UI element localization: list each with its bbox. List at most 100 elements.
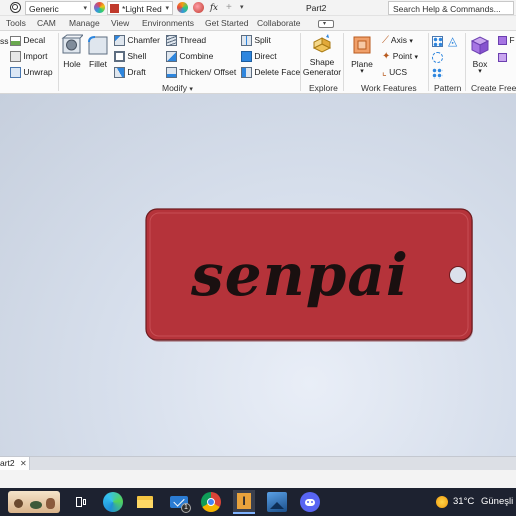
freeform-partial-button[interactable]: F — [498, 35, 515, 46]
box-button[interactable]: Box ▾ — [468, 34, 492, 75]
work-features-group-label: Work Features — [361, 83, 417, 93]
tab-view[interactable]: View — [111, 16, 129, 31]
inventor-app-icon[interactable]: I — [233, 490, 255, 514]
draft-icon — [114, 67, 125, 79]
panel-toggle-icon[interactable]: ▾ — [318, 20, 334, 28]
split-label: Split — [254, 35, 271, 45]
ucs-button[interactable]: ⌞ UCS — [382, 67, 407, 78]
decal-icon — [10, 35, 21, 46]
shape-generator-button[interactable]: Shape Generator — [302, 34, 342, 77]
draft-button[interactable]: Draft — [114, 67, 146, 79]
rectangular-pattern-icon[interactable] — [432, 36, 443, 47]
combine-button[interactable]: Combine — [166, 51, 213, 63]
photos-app-icon[interactable] — [267, 492, 287, 512]
unwrap-icon — [10, 67, 21, 79]
chamfer-icon — [114, 35, 125, 47]
chevron-down-icon: ▾ — [165, 5, 169, 12]
decal-button[interactable]: Decal — [10, 35, 45, 46]
thread-button[interactable]: Thread — [166, 35, 207, 47]
tab-tools[interactable]: Tools — [6, 16, 26, 31]
clear-appearance-icon[interactable] — [193, 2, 204, 13]
customize-chevron-icon[interactable]: ▾ — [240, 3, 244, 11]
import-button[interactable]: Import — [10, 51, 47, 63]
chevron-down-icon: ▾ — [414, 54, 419, 61]
search-input[interactable]: Search Help & Commands... — [388, 1, 514, 15]
weather-sun-icon[interactable] — [436, 496, 448, 508]
point-label: Point — [392, 51, 413, 61]
chevron-down-icon: ▾ — [189, 86, 193, 93]
modify-group-label[interactable]: Modify ▾ — [162, 83, 193, 93]
sketch-pattern-icon[interactable] — [432, 68, 443, 79]
weather-temperature[interactable]: 31°C — [453, 488, 474, 516]
unwrap-label: Unwrap — [23, 67, 53, 77]
axis-icon: ⟋ — [382, 35, 389, 46]
tab-collaborate[interactable]: Collaborate — [257, 16, 300, 31]
axis-button[interactable]: ⟋ Axis ▾ — [382, 35, 413, 46]
tab-environments[interactable]: Environments — [142, 16, 194, 31]
delete-face-label: Delete Face — [254, 67, 301, 77]
viewport-canvas[interactable]: senpai — [0, 94, 516, 456]
direct-label: Direct — [254, 51, 277, 61]
plus-icon[interactable]: + — [226, 0, 232, 16]
hole-icon — [61, 34, 85, 54]
adjust-appearance-icon[interactable] — [177, 2, 188, 13]
engraved-text: senpai — [190, 241, 409, 309]
menu-tabs: Tools CAM Manage View Environments Get S… — [0, 16, 516, 31]
tab-cam[interactable]: CAM — [37, 16, 56, 31]
shell-button[interactable]: Shell — [114, 51, 146, 63]
box-freeform-icon — [470, 36, 490, 55]
freeform-tool-icon[interactable] — [498, 53, 507, 62]
close-icon[interactable]: ✕ — [20, 457, 27, 470]
hole-button[interactable]: Hole — [60, 34, 85, 69]
chevron-down-icon: ▾ — [478, 68, 482, 75]
split-button[interactable]: Split — [241, 35, 271, 47]
divider — [300, 33, 301, 91]
thicken-offset-button[interactable]: Thicken/ Offset — [166, 67, 237, 79]
document-title: Part2 — [306, 3, 327, 13]
plane-icon — [353, 36, 371, 54]
point-button[interactable]: ✦ Point ▾ — [382, 51, 418, 62]
thicken-offset-icon — [166, 67, 177, 79]
chevron-down-icon: ▾ — [83, 5, 87, 12]
direct-button[interactable]: Direct — [241, 51, 277, 63]
fx-parameters-icon[interactable]: fx — [210, 0, 218, 16]
chamfer-button[interactable]: Chamfer — [114, 35, 160, 47]
decal-label: Decal — [23, 35, 46, 45]
document-tab[interactable]: art2 ✕ — [0, 457, 30, 470]
hole-label: Hole — [63, 59, 81, 69]
material-dropdown[interactable]: Generic ▾ — [25, 1, 91, 15]
edge-browser-icon[interactable] — [103, 492, 123, 512]
direct-icon — [241, 51, 252, 63]
unwrap-button[interactable]: Unwrap — [10, 67, 53, 79]
document-tab-label: art2 — [0, 458, 15, 468]
freeform-face-icon — [498, 36, 507, 46]
combine-icon — [166, 51, 177, 63]
file-explorer-icon[interactable] — [135, 492, 155, 512]
create-freeform-group-label: Create Freeform — [471, 83, 516, 93]
plane-button[interactable]: Plane ▾ — [348, 34, 376, 75]
delete-face-button[interactable]: Delete Face — [241, 67, 301, 79]
ucs-label: UCS — [389, 67, 408, 77]
weather-description[interactable]: Güneşli — [481, 488, 513, 516]
discord-icon[interactable] — [300, 492, 320, 512]
widgets-thumbnail-icon[interactable] — [8, 491, 60, 513]
appearance-globe-icon[interactable] — [10, 2, 21, 13]
chevron-down-icon: ▾ — [409, 38, 413, 45]
chrome-browser-icon[interactable] — [201, 492, 221, 512]
thread-label: Thread — [179, 35, 207, 45]
divider — [465, 33, 466, 91]
task-view-icon[interactable] — [71, 492, 91, 512]
thicken-offset-label: Thicken/ Offset — [179, 67, 237, 77]
draft-label: Draft — [127, 67, 146, 77]
delete-face-icon — [241, 67, 252, 79]
tab-manage[interactable]: Manage — [69, 16, 100, 31]
divider — [343, 33, 344, 91]
mirror-icon[interactable]: ◬ — [448, 34, 457, 48]
fillet-button[interactable]: Fillet — [86, 34, 110, 69]
mail-icon[interactable]: 1 — [169, 492, 191, 513]
tab-get-started[interactable]: Get Started — [205, 16, 248, 31]
keychain-model[interactable]: senpai — [0, 94, 516, 456]
partial-command-label[interactable]: ss — [0, 36, 9, 46]
circular-pattern-icon[interactable] — [432, 52, 443, 63]
appearance-dropdown[interactable]: *Light Red ▾ — [107, 1, 173, 15]
